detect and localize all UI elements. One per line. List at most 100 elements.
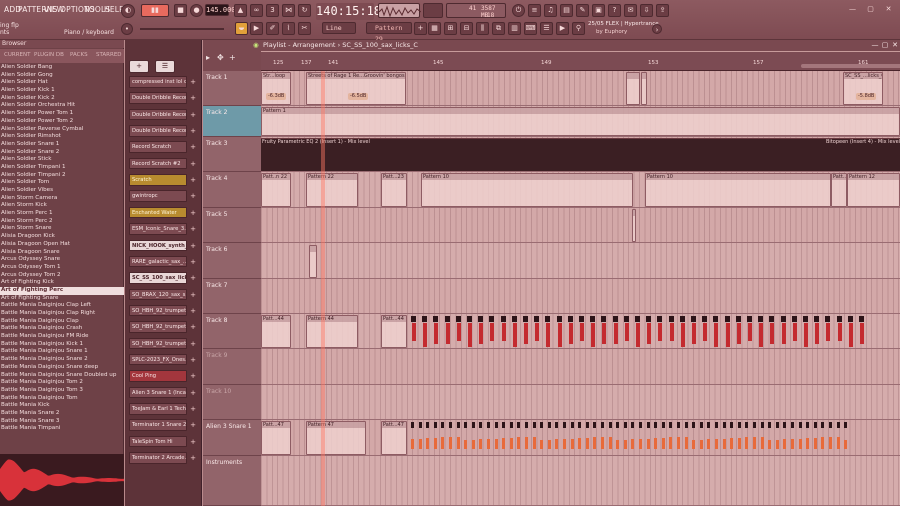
metronome-icon[interactable]: ▲ <box>234 4 247 17</box>
news-headline[interactable]: 25/05 FLEX | Hypertrance <box>588 21 659 27</box>
pattern-clip[interactable]: Patt...23 <box>381 173 407 207</box>
pattern-block[interactable] <box>737 422 741 428</box>
blend-notes-icon[interactable]: ⋈ <box>282 4 295 17</box>
slice-tool-icon[interactable]: ✂ <box>298 22 311 35</box>
pattern-block[interactable] <box>707 422 711 428</box>
wait-input-icon[interactable]: ∞ <box>250 4 263 17</box>
browser-file-item[interactable]: Art of Fighting Perc <box>0 286 124 295</box>
arrow-right-icon[interactable]: ▶ <box>250 22 263 35</box>
track-header[interactable]: Track 5 <box>203 208 261 243</box>
mixer-icon[interactable]: ≡ <box>528 4 541 17</box>
channel-button[interactable]: SO_HBH_92_trumpet... <box>129 304 187 317</box>
pencil-tool-icon[interactable]: ✐ <box>266 22 279 35</box>
channel-button[interactable]: SPLC-2023_FX_Ones... <box>129 353 187 366</box>
playlist-minimize-icon[interactable]: — <box>871 41 879 49</box>
browser-file-item[interactable]: Battle Mania Daiginjou Tom 2 <box>0 379 124 387</box>
pattern-block[interactable] <box>479 422 483 428</box>
pattern-block[interactable] <box>836 316 842 322</box>
channel-button[interactable]: Record Scratch <box>129 141 187 153</box>
pattern-block[interactable] <box>489 316 495 322</box>
grid-icon[interactable]: ⊟ <box>460 22 473 35</box>
pattern-block[interactable] <box>791 316 797 322</box>
minimize-icon[interactable]: — <box>846 4 859 17</box>
playlist-close-icon[interactable]: ✕ <box>891 41 899 49</box>
pattern-clip[interactable]: Str...loop <box>261 72 291 105</box>
pattern-block[interactable] <box>545 316 551 322</box>
pattern-block[interactable] <box>758 316 764 322</box>
channel-button[interactable]: gwintropc <box>129 190 187 202</box>
master-volume-slider[interactable] <box>140 28 224 30</box>
pattern-clip[interactable]: SC_SS_...licks_C <box>843 72 883 105</box>
pattern-block[interactable] <box>478 316 484 322</box>
pattern-block[interactable] <box>411 422 414 428</box>
browser-file-item[interactable]: Alien Soldier Reverse Cymbal <box>0 126 124 134</box>
news-author[interactable]: by Euphory <box>596 29 627 35</box>
channel-target-icon[interactable]: + <box>189 307 197 315</box>
browser-file-item[interactable]: Alien Soldier Power Tom 1 <box>0 110 124 118</box>
pattern-block[interactable] <box>747 316 752 322</box>
pattern-block[interactable] <box>590 316 596 322</box>
browser-file-item[interactable]: Alien Soldier Bang <box>0 64 124 72</box>
power-icon[interactable]: ⏻ <box>512 4 525 17</box>
pattern-block[interactable] <box>692 422 696 428</box>
pattern-block[interactable] <box>555 422 559 428</box>
channel-target-icon[interactable]: + <box>189 372 197 380</box>
browser-file-item[interactable]: Alien Soldier Rimshot <box>0 133 124 141</box>
help-icon[interactable]: ? <box>608 4 621 17</box>
track-header[interactable]: Instruments <box>203 456 261 506</box>
pattern-clip[interactable]: Pattern 10 <box>421 173 633 207</box>
browser-file-item[interactable]: Art of Fighting Snare <box>0 295 124 303</box>
pattern-clip[interactable]: Patt...44 <box>261 315 291 348</box>
playlist-options-icon[interactable]: ▸ <box>206 53 210 62</box>
pattern-block[interactable] <box>532 422 536 428</box>
channel-button[interactable]: Enchanted Water <box>129 206 187 219</box>
playlist-maximize-icon[interactable]: ▢ <box>881 41 889 49</box>
pattern-song-toggle[interactable]: ▮▮ <box>141 4 169 17</box>
pattern-block[interactable] <box>563 422 566 428</box>
pattern-block[interactable] <box>847 316 853 322</box>
channel-target-icon[interactable]: + <box>189 160 197 168</box>
pattern-block[interactable] <box>635 316 640 322</box>
pattern-block[interactable] <box>768 422 772 428</box>
browser-file-item[interactable]: Arcus Odyssey Tom 2 <box>0 272 124 280</box>
channel-target-icon[interactable]: + <box>189 225 197 233</box>
browser-file-item[interactable]: Alien Soldier Timpani 1 <box>0 164 124 172</box>
pattern-block[interactable] <box>464 422 468 428</box>
pattern-block[interactable] <box>699 422 703 428</box>
pattern-block[interactable] <box>806 422 810 428</box>
pattern-block[interactable] <box>455 316 461 322</box>
pattern-block[interactable] <box>449 422 452 428</box>
pattern-block[interactable] <box>517 422 521 428</box>
browser-file-item[interactable]: Alien Soldier Hat <box>0 79 124 87</box>
step-edit-icon[interactable] <box>423 3 443 18</box>
browser-file-item[interactable]: Art of Fighting Kick <box>0 279 124 287</box>
channel-button[interactable]: Record Scratch #2 <box>129 157 187 170</box>
pattern-block[interactable] <box>422 316 428 322</box>
maximize-icon[interactable]: ▢ <box>864 4 877 17</box>
channel-target-icon[interactable]: + <box>189 192 197 200</box>
pattern-block[interactable] <box>444 316 450 322</box>
channel-button[interactable]: NICK_HOOK_synth_l... <box>129 239 187 251</box>
record-button[interactable]: ● <box>190 4 203 17</box>
pattern-block[interactable] <box>500 316 506 322</box>
pattern-block[interactable] <box>646 422 650 428</box>
snap-select[interactable]: Line <box>322 22 356 34</box>
pattern-block[interactable] <box>798 422 802 428</box>
channel-target-icon[interactable]: + <box>189 111 197 119</box>
pattern-block[interactable] <box>713 316 719 322</box>
channel-target-icon[interactable]: + <box>189 78 197 86</box>
piano-icon[interactable]: ⊞ <box>444 22 457 35</box>
track-header[interactable]: Track 8 <box>203 314 261 349</box>
pattern-block[interactable] <box>791 422 794 428</box>
brush-tool-icon[interactable]: ⌇ <box>282 22 295 35</box>
browser-file-item[interactable]: Alien Storm Camera <box>0 195 124 203</box>
channel-target-icon[interactable]: + <box>189 242 197 250</box>
pattern-block[interactable] <box>616 422 620 428</box>
playhead-marker[interactable] <box>321 71 325 506</box>
pattern-clip[interactable]: Patt...44 <box>381 315 407 348</box>
news-next-icon[interactable]: › <box>652 24 662 34</box>
channel-target-icon[interactable]: + <box>189 421 197 429</box>
pattern-clip[interactable] <box>309 245 317 278</box>
playlist-pattern-name[interactable]: SC_SS_100_sax_licks_C <box>342 41 418 49</box>
channel-target-icon[interactable]: + <box>189 209 197 217</box>
